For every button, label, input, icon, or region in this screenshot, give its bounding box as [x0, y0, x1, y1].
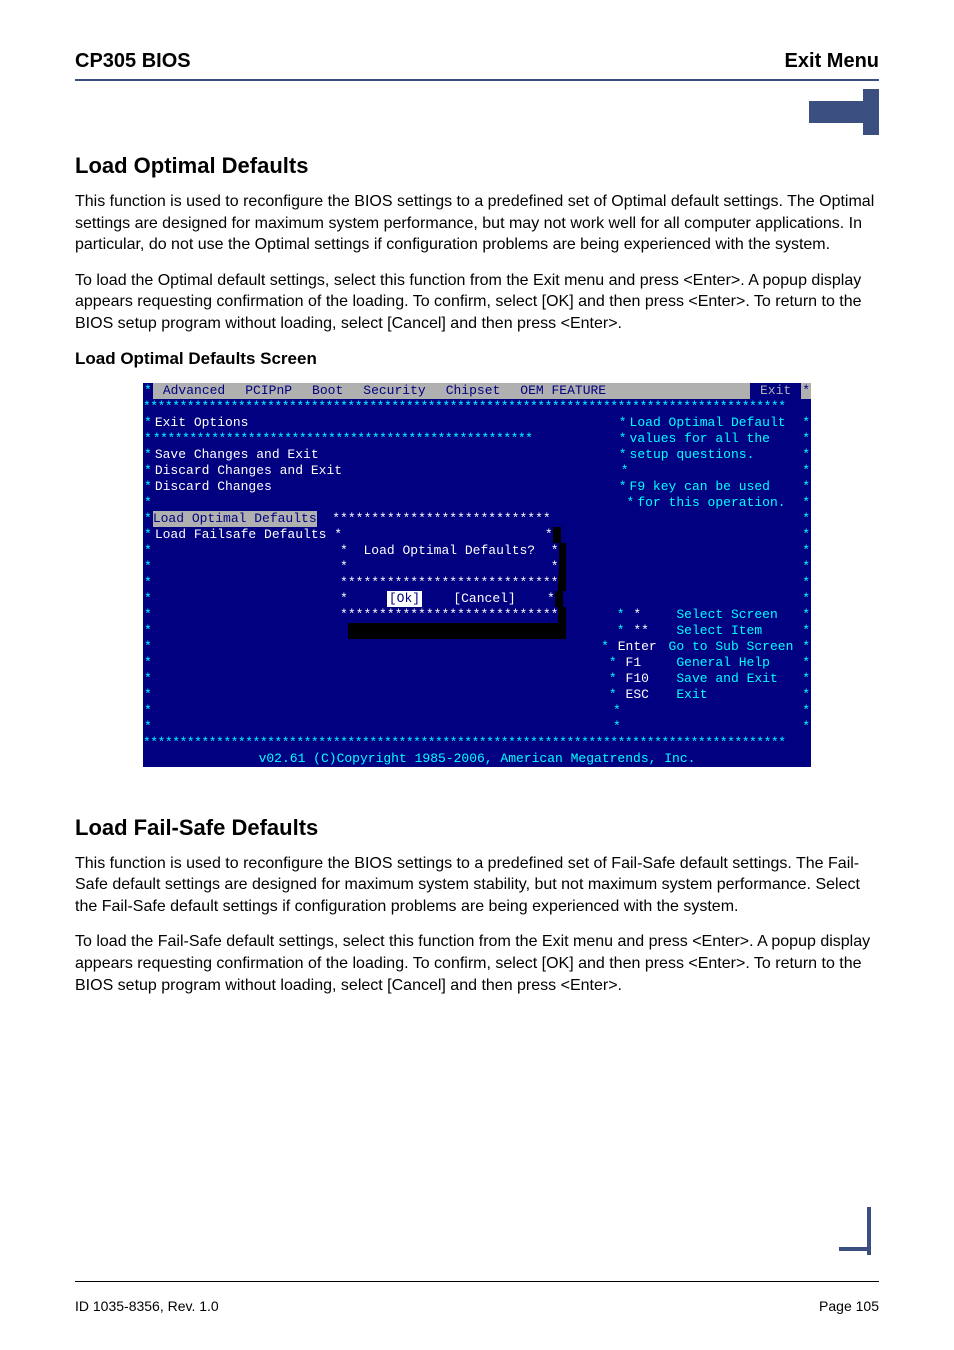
item-discard-exit[interactable]: Discard Changes and Exit — [153, 463, 342, 479]
help-line-3: setup questions. — [628, 447, 755, 463]
help-line-6: for this operation. — [635, 495, 785, 511]
item-load-failsafe[interactable]: Load Failsafe Defaults — [153, 527, 327, 543]
header-right: Exit Menu — [785, 50, 879, 73]
item-discard[interactable]: Discard Changes — [153, 479, 272, 495]
bios-screenshot: * Advanced PCIPnP Boot Security Chipset … — [143, 383, 811, 767]
corner-decoration-top — [75, 89, 879, 135]
footer-right: Page 105 — [819, 1298, 879, 1314]
tab-security[interactable]: Security — [353, 383, 435, 399]
header-rule — [75, 79, 879, 81]
tab-exit[interactable]: Exit — [750, 383, 801, 399]
section2-para1: This function is used to reconfigure the… — [75, 853, 879, 918]
tab-chipset[interactable]: Chipset — [436, 383, 511, 399]
nav-go-sub: Go to Sub Screen — [667, 639, 794, 655]
tab-advanced[interactable]: Advanced — [153, 383, 235, 399]
help-line-1: Load Optimal Default — [628, 415, 786, 431]
section2-para2: To load the Fail-Safe default settings, … — [75, 931, 879, 996]
bios-menubar: * Advanced PCIPnP Boot Security Chipset … — [143, 383, 811, 399]
section1-para2: To load the Optimal default settings, se… — [75, 270, 879, 335]
nav-select-item: Select Item — [674, 623, 762, 639]
nav-save-exit: Save and Exit — [674, 671, 777, 687]
item-save-exit[interactable]: Save Changes and Exit — [153, 447, 319, 463]
tab-oemfeature[interactable]: OEM FEATURE — [510, 383, 616, 399]
section1-para1: This function is used to reconfigure the… — [75, 191, 879, 256]
footer-left: ID 1035-8356, Rev. 1.0 — [75, 1298, 219, 1314]
header-left: CP305 BIOS — [75, 50, 191, 73]
nav-general-help: General Help — [674, 655, 770, 671]
bios-copyright: v02.61 (C)Copyright 1985-2006, American … — [143, 751, 811, 767]
corner-decoration-bottom — [839, 1207, 879, 1260]
popup-ok-button[interactable]: [Ok] — [387, 591, 422, 607]
nav-exit: Exit — [674, 687, 707, 703]
tab-boot[interactable]: Boot — [302, 383, 353, 399]
footer-rule — [75, 1281, 879, 1282]
help-line-5: F9 key can be used — [628, 479, 770, 495]
nav-select-screen: Select Screen — [674, 607, 777, 623]
section2-title: Load Fail-Safe Defaults — [75, 815, 879, 841]
popup-question: Load Optimal Defaults? — [348, 543, 551, 559]
item-load-optimal[interactable]: Load Optimal Defaults — [153, 511, 317, 527]
popup-cancel-button[interactable]: [Cancel] — [453, 591, 515, 607]
exit-options-title: Exit Options — [153, 415, 249, 431]
help-line-2: values for all the — [628, 431, 770, 447]
tab-pcipnp[interactable]: PCIPnP — [235, 383, 302, 399]
section1-title: Load Optimal Defaults — [75, 153, 879, 179]
section1-subhead: Load Optimal Defaults Screen — [75, 349, 879, 369]
